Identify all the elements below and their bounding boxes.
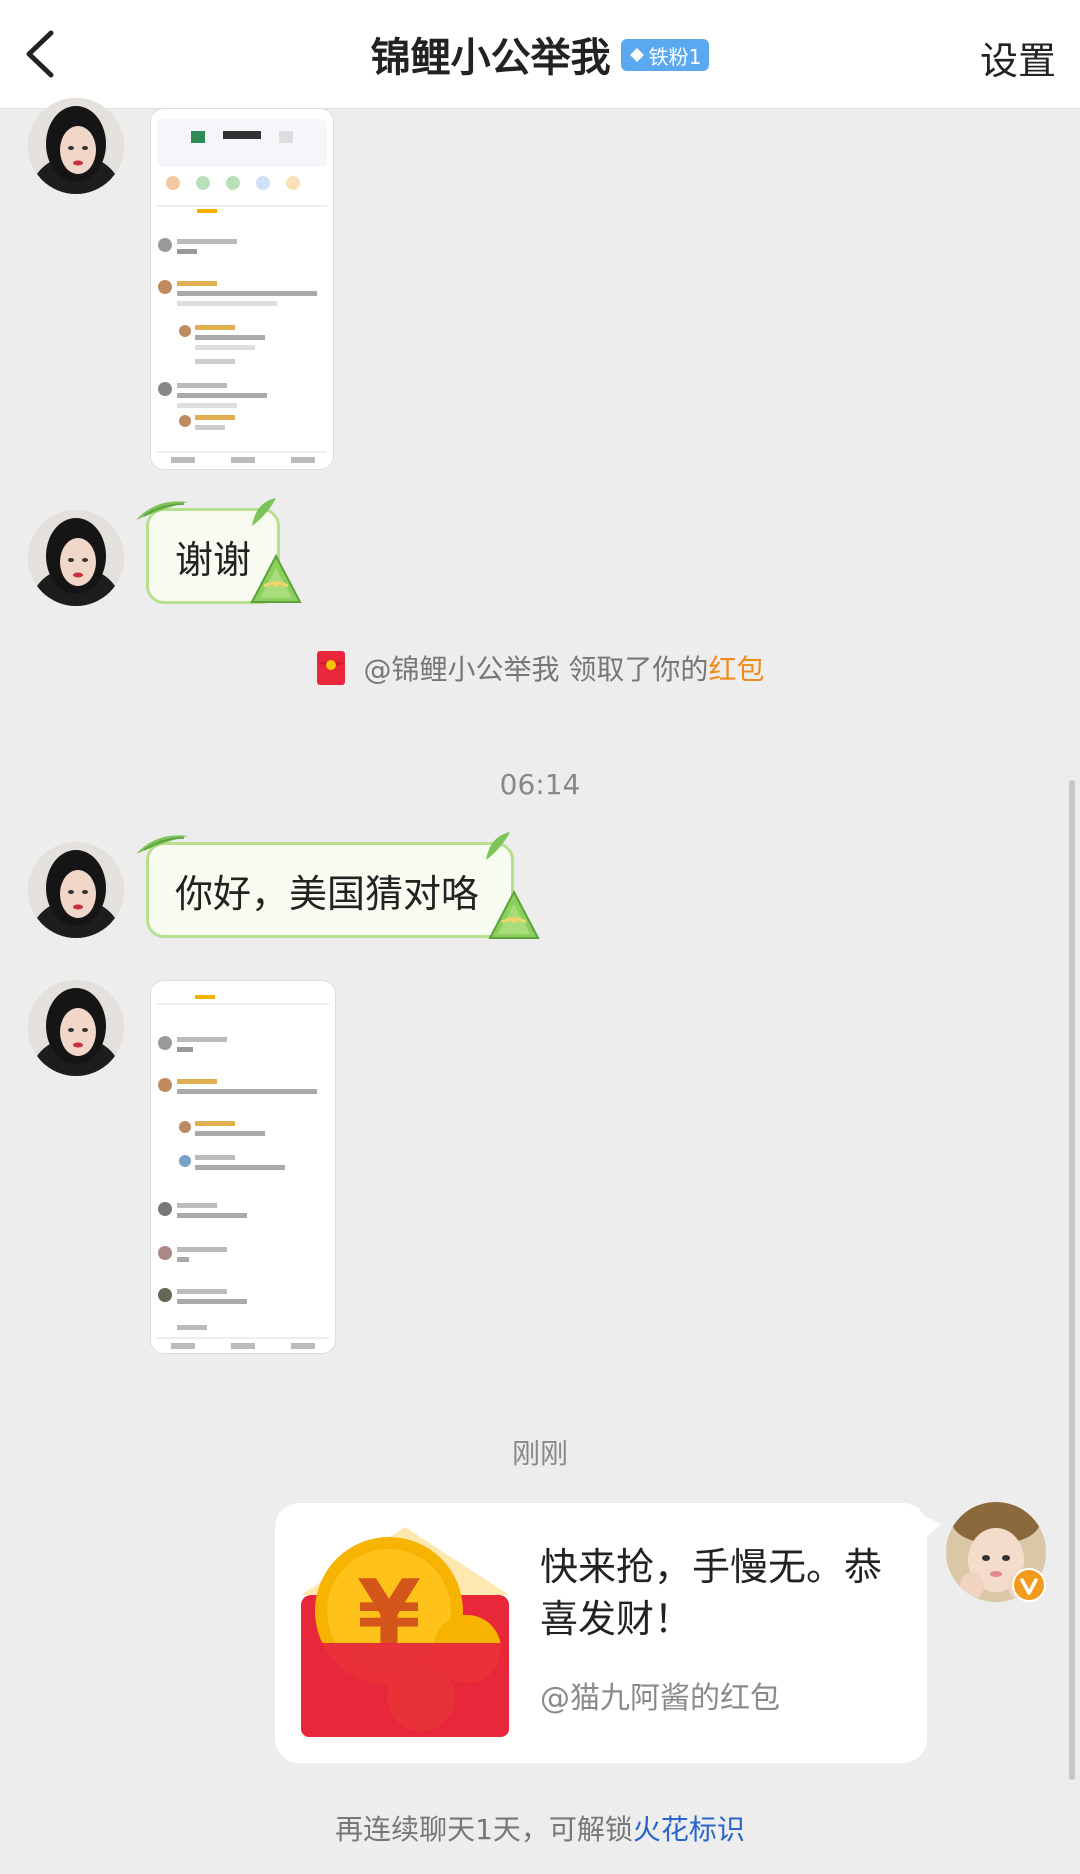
bamboo-leaf-icon — [136, 501, 188, 520]
bubble-tail — [925, 1516, 941, 1538]
system-notice-text: @锦鲤小公举我 领取了你的 — [363, 653, 709, 686]
text-message-bubble[interactable]: 你好，美国猜对咯 — [146, 842, 514, 938]
red-packet-message[interactable]: ¥ 快来抢，手慢无。恭喜发财！ @猫九阿酱的红包 — [275, 1503, 927, 1763]
contact-avatar[interactable] — [28, 510, 124, 606]
fan-badge: 铁粉1 — [620, 39, 710, 71]
contact-avatar[interactable] — [28, 980, 124, 1076]
image-message-thumbnail[interactable] — [150, 108, 334, 470]
verified-badge-icon — [1012, 1568, 1046, 1602]
chat-title: 锦鲤小公举我 — [370, 35, 611, 81]
system-notice: @锦鲤小公举我 领取了你的红包 — [0, 648, 1080, 688]
message-text: 谢谢 — [175, 537, 252, 582]
chat-header: 锦鲤小公举我 铁粉1 设置 — [0, 0, 1080, 109]
title-area: 锦鲤小公举我 铁粉1 — [0, 0, 1080, 108]
red-packet-message-text: 快来抢，手慢无。恭喜发财！ — [540, 1545, 883, 1641]
spark-badge-link[interactable]: 火花标识 — [633, 1813, 745, 1846]
bamboo-leaf-icon — [252, 498, 276, 526]
message-text: 你好，美国猜对咯 — [175, 871, 480, 916]
image-message-thumbnail[interactable] — [150, 980, 336, 1354]
contact-avatar[interactable] — [28, 98, 124, 194]
zongzi-icon — [488, 889, 540, 939]
contact-avatar[interactable] — [28, 842, 124, 938]
scrollbar[interactable] — [1069, 780, 1075, 1780]
red-packet-link[interactable]: 红包 — [708, 653, 764, 686]
red-packet-icon — [316, 651, 345, 685]
streak-tip-text: 再连续聊天1天，可解锁 — [335, 1813, 633, 1846]
streak-tip: 再连续聊天1天，可解锁火花标识 — [0, 1808, 1080, 1848]
fan-badge-label: 铁粉1 — [648, 44, 702, 69]
bamboo-leaf-icon — [136, 835, 188, 854]
settings-button[interactable]: 设置 — [980, 30, 1056, 85]
bamboo-leaf-icon — [486, 832, 510, 860]
time-divider: 刚刚 — [511, 1437, 568, 1470]
time-divider: 06:14 — [499, 768, 581, 801]
red-packet-envelope-icon: ¥ — [301, 1527, 509, 1737]
zongzi-icon — [250, 553, 302, 603]
red-packet-sender-label: @猫九阿酱的红包 — [540, 1681, 780, 1716]
diamond-icon — [629, 48, 644, 62]
